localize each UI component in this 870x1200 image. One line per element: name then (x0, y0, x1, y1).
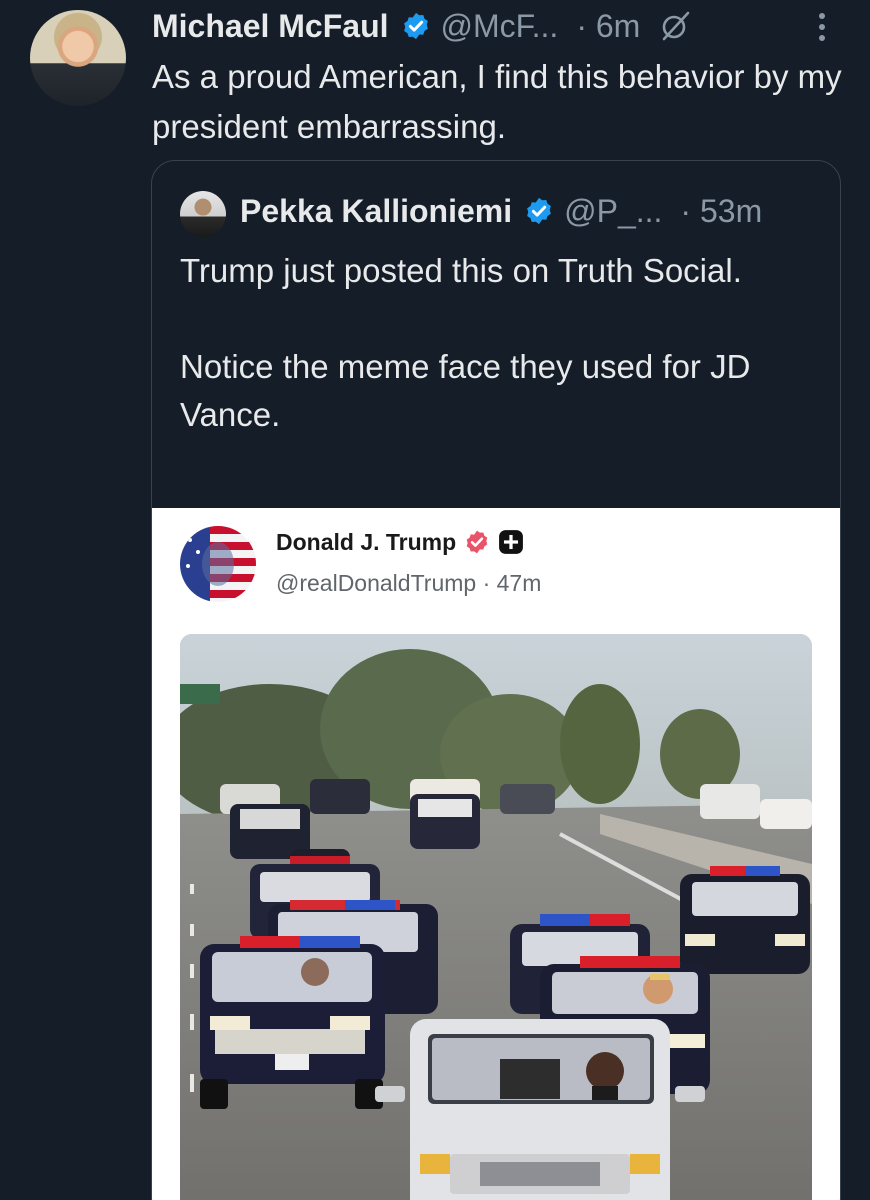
quoted-tweet-header: Pekka Kallioniemi @P_... · 53m (240, 189, 762, 233)
quoted-tweet-time[interactable]: · 53m (680, 193, 762, 230)
verified-badge-icon (527, 197, 551, 225)
author-avatar[interactable] (30, 10, 126, 106)
tweet-header: Michael McFaul @McF... · 6m (152, 4, 692, 48)
quoted-tweet-text: Trump just posted this on Truth Social. … (180, 247, 800, 439)
tweet-time[interactable]: · 6m (576, 8, 640, 45)
meme-photo[interactable] (180, 634, 812, 1200)
grok-icon[interactable] (658, 9, 692, 43)
truth-author-avatar (180, 526, 256, 602)
author-handle[interactable]: @McF... (441, 8, 559, 45)
more-options-icon[interactable] (812, 10, 832, 44)
quoted-author-avatar[interactable] (180, 191, 226, 237)
author-name[interactable]: Michael McFaul (152, 8, 389, 45)
truth-handle-time: @realDonaldTrump · 47m (276, 570, 542, 596)
quoted-author-name[interactable]: Pekka Kallioniemi (240, 193, 512, 230)
quoted-paragraph-1: Trump just posted this on Truth Social. (180, 252, 742, 289)
truth-plus-icon (499, 530, 524, 554)
tweet-text: As a proud American, I find this behavio… (152, 58, 842, 145)
quoted-tweet-card[interactable]: Pekka Kallioniemi @P_... · 53m Trump jus… (151, 160, 841, 1200)
quoted-paragraph-2: Notice the meme face they used for JD Va… (180, 348, 751, 433)
tweet-thread: Michael McFaul @McF... · 6m As a proud A… (0, 0, 870, 1200)
truth-author-name: Donald J. Trump (276, 528, 457, 555)
embedded-screenshot[interactable]: Donald J. Trump @realDonaldTrump · 47m (152, 508, 840, 1200)
truth-header: Donald J. Trump (276, 524, 524, 560)
truth-verified-icon (466, 530, 488, 554)
quoted-author-handle[interactable]: @P_... (564, 193, 662, 230)
verified-badge-icon (403, 12, 428, 40)
